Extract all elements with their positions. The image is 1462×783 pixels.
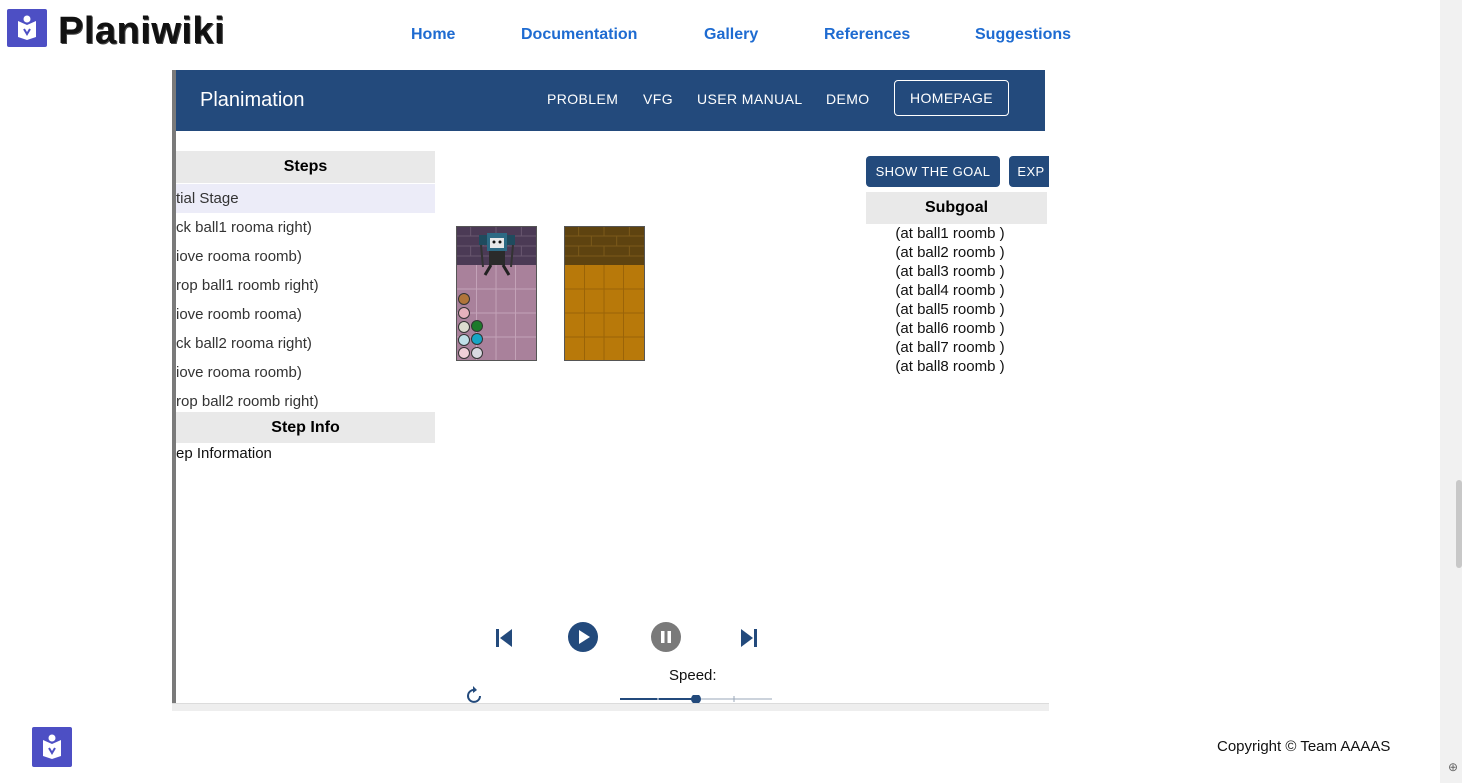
ball-sprite bbox=[458, 293, 470, 305]
speed-slider[interactable] bbox=[620, 695, 772, 703]
floor-tiles bbox=[565, 265, 644, 360]
skip-forward-icon[interactable] bbox=[738, 627, 760, 649]
reset-icon[interactable] bbox=[465, 685, 485, 705]
speed-label: Speed: bbox=[669, 667, 717, 684]
step-item[interactable]: iove rooma roomb) bbox=[176, 358, 435, 387]
planiwiki-logo-icon[interactable] bbox=[7, 9, 47, 47]
step-label: rop ball1 roomb right) bbox=[176, 277, 319, 294]
nav-documentation-link[interactable]: Documentation bbox=[521, 26, 637, 44]
subgoal-item[interactable]: (at ball8 roomb ) bbox=[866, 358, 1034, 375]
subgoal-item[interactable]: (at ball1 roomb ) bbox=[866, 225, 1034, 242]
ball-sprite bbox=[471, 347, 483, 359]
homepage-button[interactable]: HOMEPAGE bbox=[894, 80, 1009, 116]
ball-sprite bbox=[458, 347, 470, 359]
step-label: iove rooma roomb) bbox=[176, 364, 302, 381]
step-label: tial Stage bbox=[176, 190, 239, 207]
step-info-header: Step Info bbox=[176, 412, 435, 443]
nav-home-link[interactable]: Home bbox=[411, 26, 455, 44]
slider-thumb[interactable] bbox=[691, 695, 701, 703]
subgoal-item[interactable]: (at ball3 roomb ) bbox=[866, 263, 1034, 280]
skip-back-icon[interactable] bbox=[493, 627, 515, 649]
app-nav-demo[interactable]: DEMO bbox=[826, 91, 870, 107]
page-scrollbar[interactable] bbox=[1440, 0, 1462, 783]
step-label: iove rooma roomb) bbox=[176, 248, 302, 265]
subgoal-header: Subgoal bbox=[866, 192, 1047, 224]
brick-wall-icon bbox=[565, 227, 644, 265]
app-nav-problem[interactable]: PROBLEM bbox=[547, 91, 618, 107]
steps-header: Steps bbox=[176, 151, 435, 183]
room-b-sprite bbox=[564, 226, 645, 361]
nav-suggestions-link[interactable]: Suggestions bbox=[975, 26, 1071, 44]
frame-scrollbar[interactable] bbox=[172, 703, 1049, 711]
app-bar: Planimation PROBLEM VFG USER MANUAL DEMO… bbox=[176, 70, 1045, 131]
app-nav-user-manual[interactable]: USER MANUAL bbox=[697, 91, 803, 107]
site-brand[interactable]: Planiwiki bbox=[58, 10, 225, 53]
play-icon[interactable] bbox=[568, 622, 598, 652]
step-item[interactable]: ck ball1 rooma right) bbox=[176, 213, 435, 242]
step-item[interactable]: iove roomb rooma) bbox=[176, 300, 435, 329]
step-item[interactable]: iove rooma roomb) bbox=[176, 242, 435, 271]
step-label: rop ball2 roomb right) bbox=[176, 393, 319, 410]
ball-sprite bbox=[458, 334, 470, 346]
robot-icon bbox=[479, 233, 515, 276]
copyright-text: Copyright © Team AAAAS bbox=[1217, 738, 1391, 755]
subgoal-item[interactable]: (at ball7 roomb ) bbox=[866, 339, 1034, 356]
subgoal-item[interactable]: (at ball6 roomb ) bbox=[866, 320, 1034, 337]
step-item[interactable]: rop ball1 roomb right) bbox=[176, 271, 435, 300]
subgoal-item[interactable]: (at ball2 roomb ) bbox=[866, 244, 1034, 261]
ball-sprite bbox=[458, 307, 470, 319]
step-label: iove roomb rooma) bbox=[176, 306, 302, 323]
step-info-text: ep Information bbox=[176, 445, 272, 462]
ball-sprite bbox=[471, 320, 483, 332]
zoom-in-icon[interactable]: ⊕ bbox=[1448, 760, 1462, 774]
scrollbar-thumb[interactable] bbox=[1456, 480, 1462, 568]
pause-icon[interactable] bbox=[651, 622, 681, 652]
subgoal-item[interactable]: (at ball4 roomb ) bbox=[866, 282, 1034, 299]
app-title[interactable]: Planimation bbox=[200, 89, 305, 112]
step-label: ck ball2 rooma right) bbox=[176, 335, 312, 352]
nav-references-link[interactable]: References bbox=[824, 26, 910, 44]
site-header: Planiwiki Home Documentation Gallery Ref… bbox=[0, 0, 1440, 70]
app-nav-vfg[interactable]: VFG bbox=[643, 91, 673, 107]
subgoal-item[interactable]: (at ball5 roomb ) bbox=[866, 301, 1034, 318]
step-item[interactable]: ck ball2 rooma right) bbox=[176, 329, 435, 358]
step-label: ck ball1 rooma right) bbox=[176, 219, 312, 236]
step-item[interactable]: tial Stage bbox=[176, 184, 435, 213]
export-button[interactable]: EXP bbox=[1009, 156, 1049, 187]
planimation-frame: Planimation PROBLEM VFG USER MANUAL DEMO… bbox=[172, 70, 1049, 711]
ball-sprite bbox=[471, 333, 483, 345]
nav-gallery-link[interactable]: Gallery bbox=[704, 26, 758, 44]
planiwiki-footer-logo-icon[interactable] bbox=[32, 727, 72, 767]
ball-sprite bbox=[458, 321, 470, 333]
show-goal-button[interactable]: SHOW THE GOAL bbox=[866, 156, 1000, 187]
room-a-sprite bbox=[456, 226, 537, 361]
